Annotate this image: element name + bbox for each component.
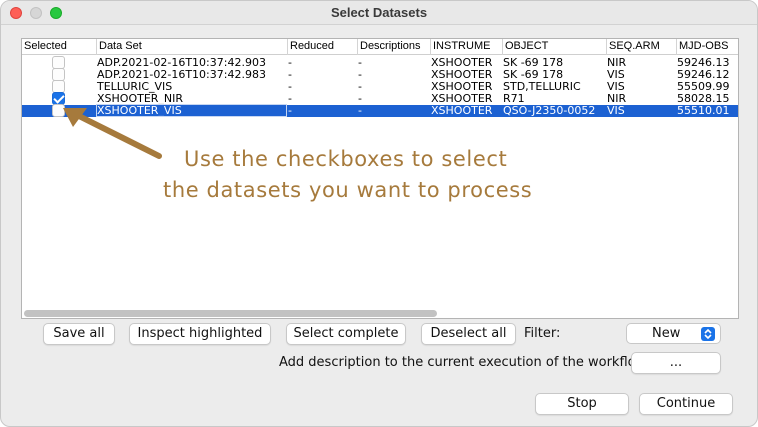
scrollbar-thumb[interactable] bbox=[24, 310, 437, 317]
cell-instrume: XSHOOTER bbox=[431, 104, 493, 117]
column-header-descriptions[interactable]: Descriptions bbox=[357, 39, 430, 55]
column-header-reduced[interactable]: Reduced bbox=[287, 39, 357, 55]
column-header-mjd-obs[interactable]: MJD-OBS bbox=[676, 39, 738, 55]
pointer-arrow-icon bbox=[63, 108, 162, 159]
inspect-highlighted-button[interactable]: Inspect highlighted bbox=[129, 323, 271, 345]
horizontal-scrollbar[interactable] bbox=[24, 310, 736, 317]
cell-seq-arm: VIS bbox=[607, 104, 625, 117]
column-header-data-set[interactable]: Data Set bbox=[96, 39, 287, 55]
annotation-line-1: Use the checkboxes to select bbox=[184, 147, 508, 171]
description-label: Add description to the current execution… bbox=[279, 355, 650, 370]
cell-descriptions: - bbox=[358, 104, 362, 117]
column-header-instrume[interactable]: INSTRUME bbox=[430, 39, 502, 55]
cell-reduced: - bbox=[288, 104, 292, 117]
title-bar: Select Datasets bbox=[1, 1, 757, 25]
continue-button[interactable]: Continue bbox=[639, 393, 733, 415]
save-all-button[interactable]: Save all bbox=[43, 323, 115, 345]
cell-object: QSO-J2350-0052 bbox=[503, 104, 596, 117]
column-header-object[interactable]: OBJECT bbox=[502, 39, 606, 55]
cell-mjd-obs: 55510.01 bbox=[677, 104, 730, 117]
column-header-seq-arm[interactable]: SEQ.ARM bbox=[606, 39, 676, 55]
deselect-all-button[interactable]: Deselect all bbox=[421, 323, 516, 345]
add-description-button[interactable]: ... bbox=[631, 352, 721, 374]
annotation-line-2: the datasets you want to process bbox=[163, 178, 533, 202]
filter-select-value: New bbox=[652, 326, 681, 341]
table-header: Selected Data Set Reduced Descriptions I… bbox=[22, 39, 738, 55]
select-complete-button[interactable]: Select complete bbox=[286, 323, 406, 345]
updown-chevron-icon bbox=[701, 327, 715, 341]
window-title: Select Datasets bbox=[330, 5, 428, 20]
select-datasets-window: Select Datasets Selected Data Set Reduce… bbox=[0, 0, 758, 427]
filter-select[interactable]: New bbox=[626, 323, 721, 344]
stop-button[interactable]: Stop bbox=[535, 393, 629, 415]
filter-label: Filter: bbox=[524, 326, 561, 341]
column-header-selected[interactable]: Selected bbox=[22, 39, 96, 55]
